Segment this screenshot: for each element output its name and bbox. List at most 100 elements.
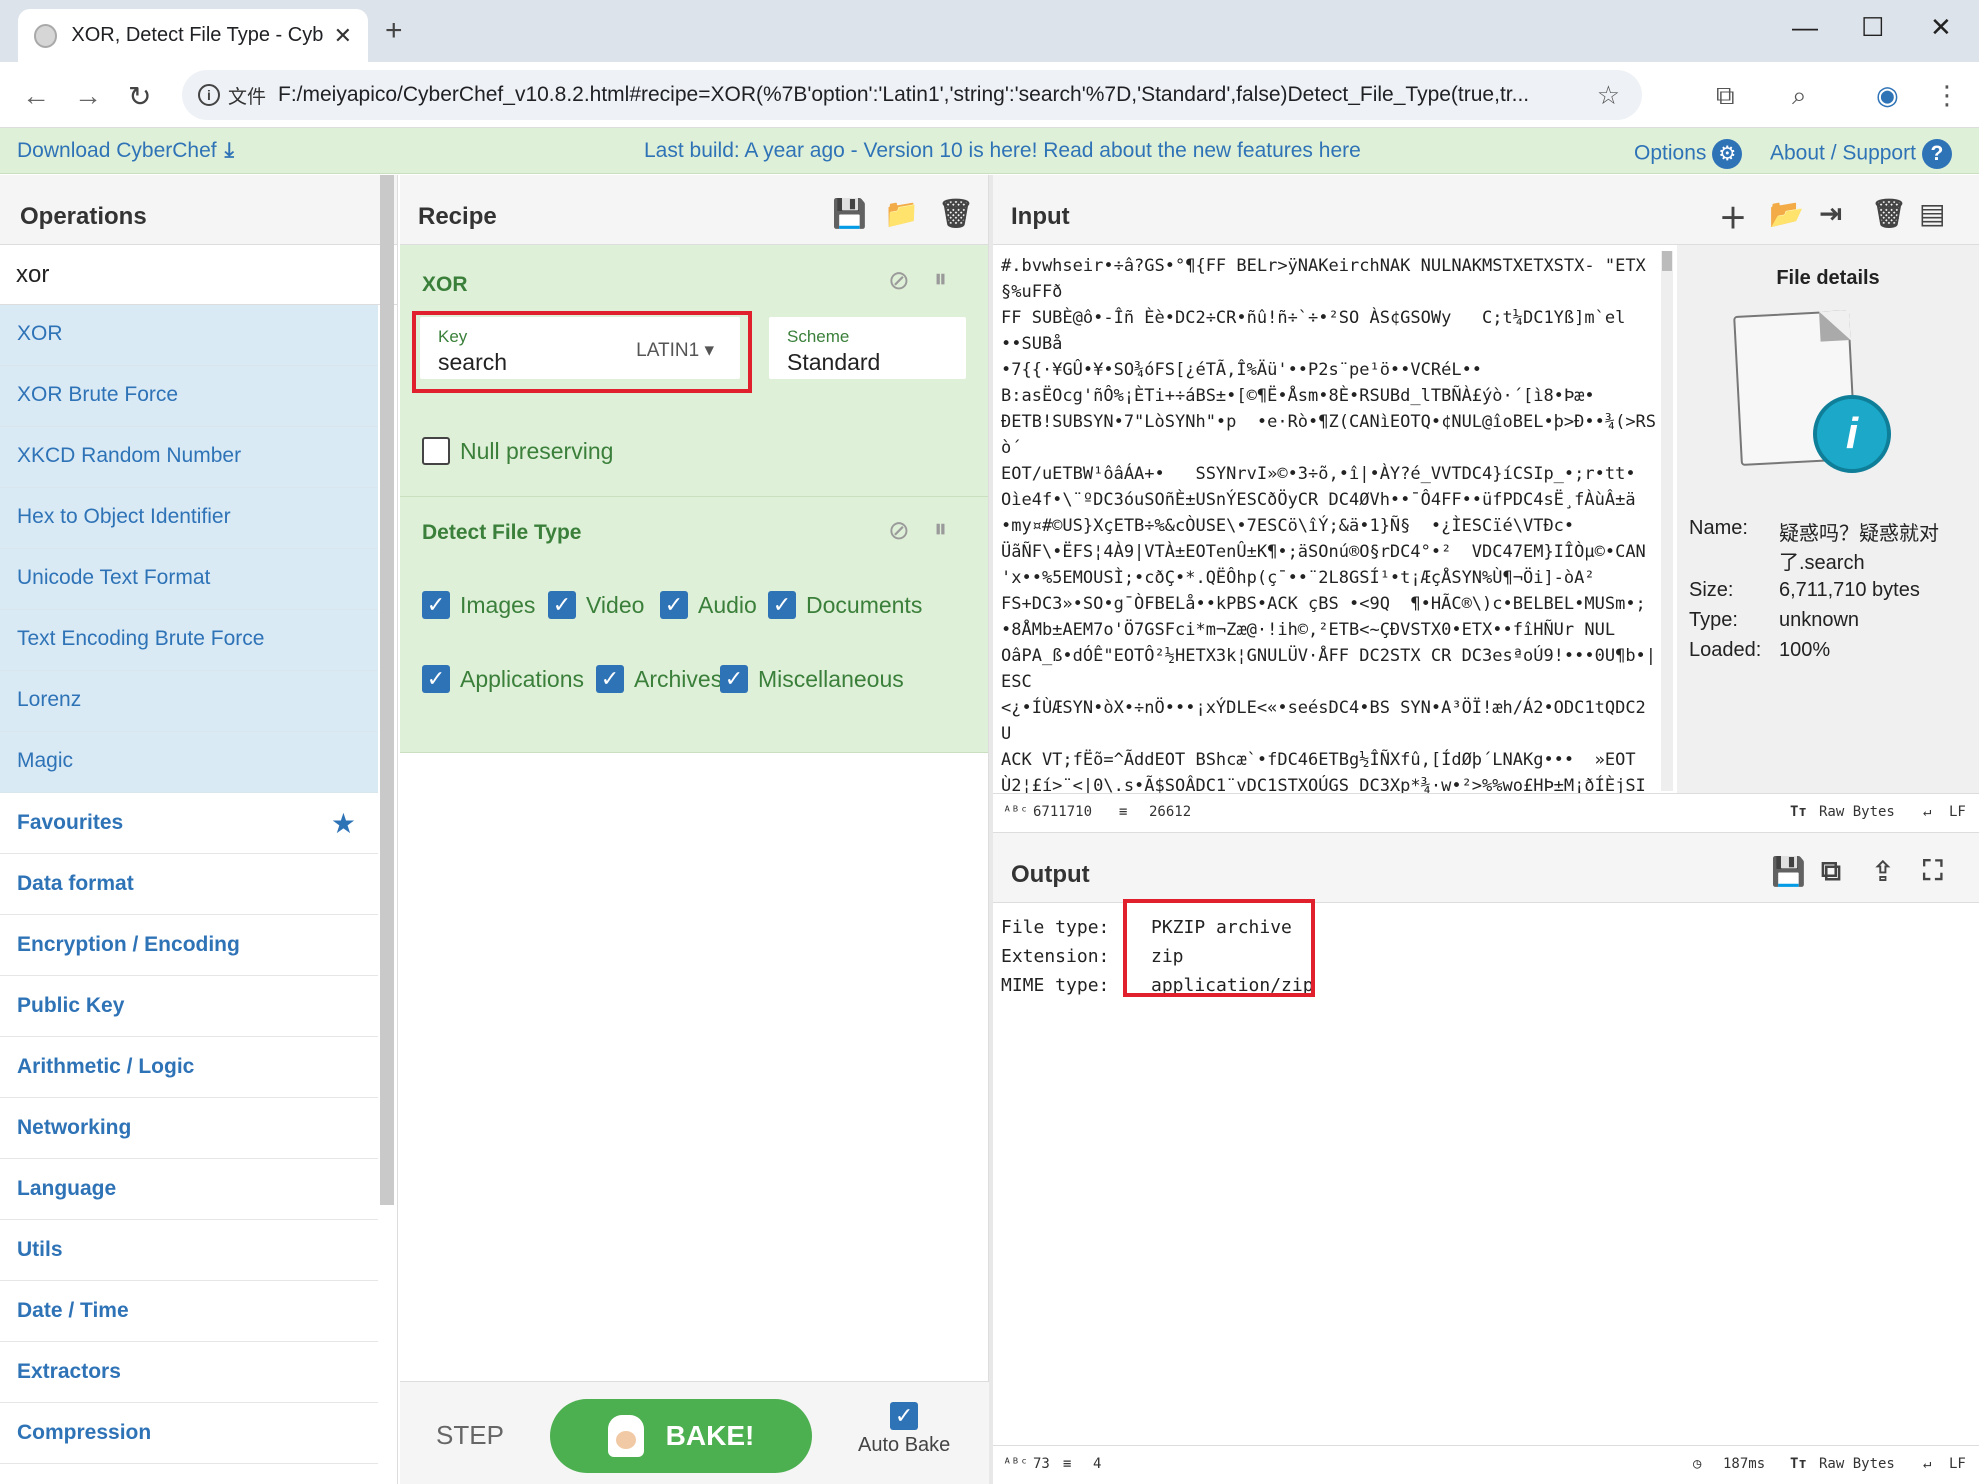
close-tab-icon[interactable]: ✕ <box>334 23 352 49</box>
null-preserving-checkbox[interactable]: Null preserving <box>422 437 613 465</box>
layout-icon[interactable]: ▤ <box>1919 197 1945 230</box>
input-raw-bytes[interactable]: Raw Bytes <box>1819 804 1895 820</box>
category-item[interactable]: Public Key <box>0 976 378 1037</box>
category-item[interactable]: Date / Time <box>0 1281 378 1342</box>
maximize-icon[interactable]: ☐ <box>1861 12 1884 43</box>
scheme-field[interactable]: Scheme Standard <box>769 317 966 379</box>
text-format-icon[interactable]: Tт <box>1790 1456 1807 1472</box>
bake-label: BAKE! <box>665 1420 755 1451</box>
input-scrollbar[interactable] <box>1661 251 1673 791</box>
operation-item[interactable]: Hex to Object Identifier <box>0 488 378 549</box>
bookmark-star-icon[interactable]: ☆ <box>1597 80 1620 111</box>
eol-icon[interactable]: ↵ <box>1923 804 1931 820</box>
operation-item[interactable]: Text Encoding Brute Force <box>0 610 378 671</box>
reload-icon[interactable]: ↻ <box>128 80 151 113</box>
loaded-value: 100% <box>1779 639 1831 661</box>
detect-op-title: Detect File Type <box>422 521 582 544</box>
category-item[interactable]: Compression <box>0 1403 378 1464</box>
output-raw-bytes[interactable]: Raw Bytes <box>1819 1456 1895 1472</box>
options-label: Options <box>1634 141 1707 165</box>
back-icon[interactable]: ← <box>22 80 50 112</box>
maximize-output-icon[interactable]: ⛶ <box>1923 855 1943 888</box>
minimize-icon[interactable]: — <box>1792 12 1818 43</box>
disable-op-icon[interactable]: ⊘ <box>888 265 910 296</box>
breakpoint-icon[interactable]: ⏸ <box>934 513 947 545</box>
clear-recipe-icon[interactable]: 🗑 <box>938 197 974 230</box>
gear-icon: ⚙ <box>1712 139 1743 169</box>
save-recipe-icon[interactable]: 💾 <box>832 197 867 230</box>
about-link[interactable]: About / Support? <box>1770 139 1952 169</box>
category-label: Public Key <box>17 994 125 1017</box>
site-info-icon[interactable]: i <box>198 84 220 106</box>
input-line: FS+DC3»•SO•g¯ÒFBELå••kPBS•ACK çBS •<9Q ¶… <box>1001 594 1646 614</box>
scheme-label: Scheme <box>787 327 850 346</box>
detect-checkbox[interactable]: ✓ Archives <box>596 665 722 693</box>
detect-checkbox[interactable]: ✓ Images <box>422 591 535 619</box>
url-text[interactable]: F:/meiyapico/CyberChef_v10.8.2.html#reci… <box>278 83 1618 107</box>
operations-title: Operations <box>0 175 397 245</box>
operation-item[interactable]: XOR <box>0 305 378 366</box>
forward-icon[interactable]: → <box>74 80 102 112</box>
input-char-count: 6711710 <box>1033 804 1093 820</box>
category-item[interactable]: Extractors <box>0 1342 378 1403</box>
category-item[interactable]: Data format <box>0 854 378 915</box>
load-recipe-icon[interactable]: 📁 <box>884 197 919 230</box>
category-item[interactable]: Language <box>0 1159 378 1220</box>
new-tab-button[interactable]: + <box>385 14 403 48</box>
bake-button[interactable]: BAKE! <box>550 1399 812 1473</box>
category-item[interactable]: Encryption / Encoding <box>0 915 378 976</box>
disable-op-icon[interactable]: ⊘ <box>888 515 910 546</box>
detect-checkbox[interactable]: ✓ Miscellaneous <box>720 665 904 693</box>
detect-checkbox[interactable]: ✓ Video <box>548 591 644 619</box>
url-field[interactable]: i 文件 F:/meiyapico/CyberChef_v10.8.2.html… <box>182 70 1642 120</box>
category-label: Utils <box>17 1238 63 1261</box>
input-textarea[interactable]: #.bvwhseir•÷â?GS•°¶{FF BELr>ÿNAKeirchNAK… <box>993 245 1665 793</box>
operations-scrollbar[interactable] <box>380 175 394 1205</box>
operation-item[interactable]: Unicode Text Format <box>0 549 378 610</box>
operation-item[interactable]: Magic <box>0 732 378 793</box>
detect-checkbox[interactable]: ✓ Applications <box>422 665 584 693</box>
operations-search-input[interactable]: xor <box>0 245 397 305</box>
breakpoint-icon[interactable]: ⏸ <box>934 263 947 295</box>
input-title: Input <box>1011 203 1070 230</box>
category-item[interactable]: Favourites ★ <box>0 793 378 854</box>
download-link[interactable]: Download CyberChef ⤓ <box>17 139 234 163</box>
extensions-icon[interactable]: ⧉ <box>1716 80 1735 112</box>
scheme-value[interactable]: Standard <box>787 349 880 376</box>
category-item[interactable]: Utils <box>0 1220 378 1281</box>
auto-bake-toggle[interactable]: ✓ Auto Bake <box>858 1402 950 1457</box>
category-label: Encryption / Encoding <box>17 933 240 956</box>
input-eol[interactable]: LF <box>1949 804 1966 820</box>
browser-tab[interactable]: XOR, Detect File Type - CyberChef ✕ <box>18 9 368 62</box>
build-notice-link[interactable]: Last build: A year ago - Version 10 is h… <box>644 139 1361 163</box>
category-label: Networking <box>17 1116 132 1139</box>
scroll-thumb[interactable] <box>1662 251 1672 271</box>
output-eol[interactable]: LF <box>1949 1456 1966 1472</box>
name-label: Name: <box>1689 517 1748 539</box>
cyberchef-banner: Download CyberChef ⤓ Last build: A year a… <box>0 128 1979 174</box>
category-item[interactable]: Arithmetic / Logic <box>0 1037 378 1098</box>
text-format-icon[interactable]: Tт <box>1790 804 1807 820</box>
replace-input-icon[interactable]: ⇪ <box>1871 855 1894 888</box>
clear-input-icon[interactable]: 🗑 <box>1871 197 1907 230</box>
screen-search-icon[interactable]: ⌕ <box>1792 80 1807 112</box>
profile-icon[interactable]: ◉ <box>1876 80 1899 111</box>
recipe-header: Recipe 💾 📁 🗑 <box>400 175 988 245</box>
open-folder-icon[interactable]: 📂 <box>1769 197 1804 230</box>
operation-item[interactable]: XKCD Random Number <box>0 427 378 488</box>
options-link[interactable]: Options ⚙ <box>1634 139 1743 169</box>
step-button[interactable]: STEP <box>436 1420 504 1451</box>
close-window-icon[interactable]: ✕ <box>1930 12 1952 43</box>
copy-output-icon[interactable]: ⧉ <box>1821 855 1841 888</box>
category-item[interactable]: Networking <box>0 1098 378 1159</box>
eol-icon[interactable]: ↵ <box>1923 1456 1931 1472</box>
menu-dots-icon[interactable]: ⋮ <box>1934 80 1960 111</box>
operation-item[interactable]: Lorenz <box>0 671 378 732</box>
detect-checkbox[interactable]: ✓ Documents <box>768 591 922 619</box>
operation-item[interactable]: XOR Brute Force <box>0 366 378 427</box>
checkbox-checked-icon: ✓ <box>720 665 748 693</box>
add-tab-icon[interactable]: ＋ <box>1719 197 1747 237</box>
open-file-icon[interactable]: ⇥ <box>1819 197 1842 230</box>
detect-checkbox[interactable]: ✓ Audio <box>660 591 757 619</box>
save-output-icon[interactable]: 💾 <box>1771 855 1806 888</box>
